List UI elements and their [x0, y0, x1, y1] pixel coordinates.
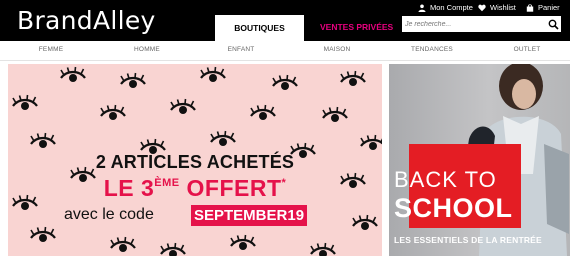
eye-icon	[12, 94, 38, 110]
eye-icon	[30, 226, 56, 242]
brand-logo[interactable]: BrandAlley	[17, 6, 156, 35]
nav-femme[interactable]: FEMME	[39, 46, 63, 53]
eye-icon	[250, 104, 276, 120]
cart-link[interactable]: Panier	[526, 3, 560, 12]
eye-icon	[170, 98, 196, 114]
eye-icon	[100, 104, 126, 120]
wishlist-link[interactable]: Wishlist	[478, 3, 516, 12]
category-nav: FEMME HOMME ENFANT MAISON TENDANCES OUTL…	[0, 41, 570, 61]
eye-icon	[322, 106, 348, 122]
eye-icon	[30, 132, 56, 148]
search-icon[interactable]	[548, 19, 559, 30]
heart-icon	[478, 4, 486, 11]
eye-icon	[120, 72, 146, 88]
promo-banner[interactable]: 2 ARTICLES ACHETÉS LE 3ÈME OFFERT* avec …	[8, 64, 382, 256]
cart-label: Panier	[538, 3, 560, 12]
banner-subtitle: LES ESSENTIELS DE LA RENTRÉE	[394, 235, 542, 245]
search-input[interactable]	[402, 16, 543, 32]
nav-homme[interactable]: HOMME	[134, 46, 160, 53]
nav-outlet[interactable]: OUTLET	[514, 46, 541, 53]
promo-offer: LE 3ÈME OFFERT*	[103, 175, 287, 201]
account-link[interactable]: Mon Compte	[418, 3, 473, 12]
promo-headline: 2 ARTICLES ACHETÉS	[95, 152, 295, 172]
eye-icon	[272, 74, 298, 90]
user-icon	[418, 4, 426, 12]
banner-title-2: SCHOOL	[394, 193, 513, 223]
banner-title-1: BACK TO	[394, 167, 497, 192]
eye-icon	[310, 242, 336, 256]
eye-icon	[352, 214, 378, 230]
promo-code: SEPTEMBER19	[191, 205, 308, 226]
tab-ventes-privees[interactable]: VENTES PRIVÉES	[320, 22, 393, 32]
eye-icon	[210, 130, 236, 146]
nav-maison[interactable]: MAISON	[324, 46, 351, 53]
nav-enfant[interactable]: ENFANT	[228, 46, 255, 53]
tab-boutiques[interactable]: BOUTIQUES	[215, 15, 304, 41]
eye-icon	[200, 66, 226, 82]
top-header: BrandAlley BOUTIQUES VENTES PRIVÉES Mon …	[0, 0, 570, 41]
search-box	[402, 16, 561, 32]
bag-icon	[526, 3, 534, 12]
eye-icon	[110, 236, 136, 252]
promo-code-label: avec le code	[64, 206, 154, 223]
eye-icon	[230, 234, 256, 250]
wishlist-label: Wishlist	[490, 3, 516, 12]
eye-icon	[360, 134, 382, 150]
eye-icon	[340, 70, 366, 86]
eye-icon	[160, 242, 186, 256]
back-to-school-banner[interactable]: BACK TO SCHOOL LES ESSENTIELS DE LA RENT…	[389, 64, 570, 256]
eye-icon	[60, 66, 86, 82]
account-label: Mon Compte	[430, 3, 473, 12]
nav-tendances[interactable]: TENDANCES	[411, 46, 453, 53]
